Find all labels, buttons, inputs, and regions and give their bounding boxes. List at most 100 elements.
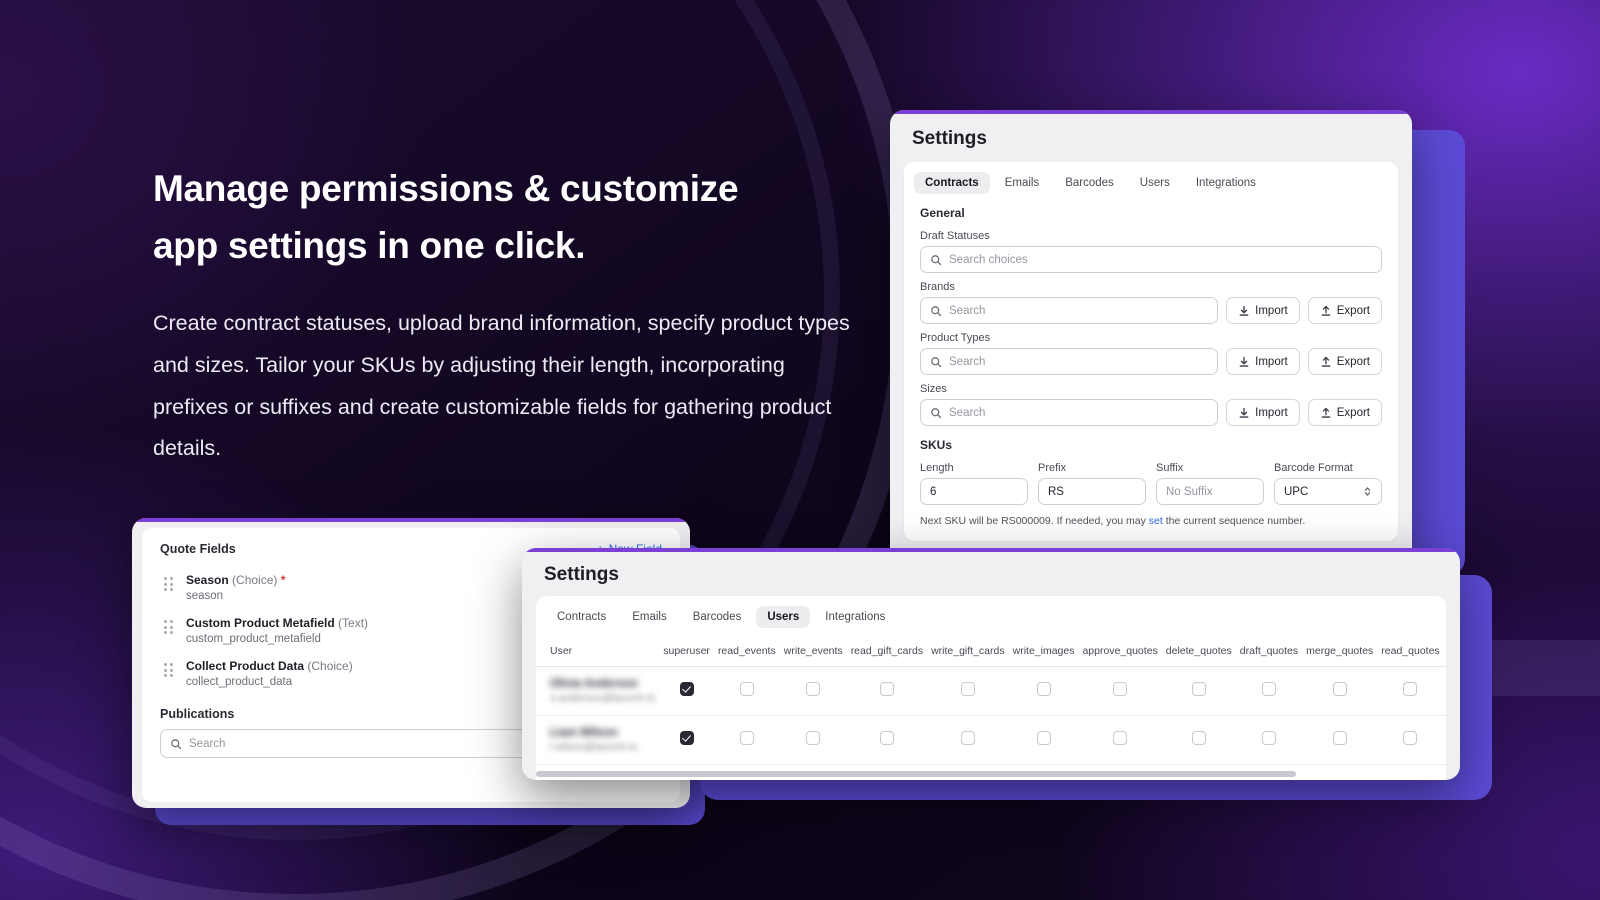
sku-prefix-input[interactable]: RS (1038, 478, 1146, 505)
checkbox-read-quotes[interactable] (1403, 730, 1418, 745)
search-icon (931, 305, 942, 316)
sku-length-input[interactable]: 6 (920, 478, 1028, 505)
general-heading: General (920, 206, 965, 220)
checkbox-write-events[interactable] (806, 681, 821, 696)
brands-export-button[interactable]: Export (1307, 297, 1382, 324)
sku-suffix-input[interactable]: No Suffix (1156, 478, 1264, 505)
product-types-export-button[interactable]: Export (1307, 348, 1382, 375)
checkbox-read-quotes[interactable] (1403, 681, 1418, 696)
perm-cell (779, 666, 847, 716)
sizes-input[interactable]: Search (920, 399, 1219, 426)
hero-body: Create contract statuses, upload brand i… (153, 310, 850, 461)
checkbox-write-images[interactable] (1036, 730, 1051, 745)
draft-statuses-row: Search choices (904, 246, 1398, 273)
quote-field-label: Collect Product Data (186, 659, 305, 673)
col-draft-quotes: draft_quotes (1235, 636, 1303, 667)
brands-import-button[interactable]: Import (1226, 297, 1300, 324)
sku-length-col: Length 6 (920, 454, 1028, 505)
perm-cell (1078, 715, 1162, 765)
perm-cell (846, 666, 928, 716)
product-types-import-button[interactable]: Import (1226, 348, 1300, 375)
checkbox-write-gift-cards[interactable] (960, 730, 975, 745)
tab-barcodes[interactable]: Barcodes (682, 606, 753, 628)
next-sku-hint: Next SKU will be RS000009. If needed, yo… (904, 505, 1398, 541)
quote-field-name: Season (Choice) * (186, 573, 285, 587)
checkbox-read-gift-cards[interactable] (879, 730, 894, 745)
brands-placeholder: Search (949, 304, 986, 317)
download-icon (1239, 356, 1249, 367)
tab-integrations[interactable]: Integrations (814, 606, 896, 628)
brands-input[interactable]: Search (920, 297, 1219, 324)
settings-contracts-card: Contracts Emails Barcodes Users Integrat… (904, 162, 1398, 541)
sizes-row: Search Import Export (904, 399, 1398, 426)
drag-handle-icon[interactable] (164, 616, 174, 634)
perm-cell (713, 715, 780, 765)
perm-cell (1008, 715, 1079, 765)
col-read-settings: read_se (1443, 636, 1446, 667)
col-write-gift-cards: write_gift_cards (927, 636, 1009, 667)
col-write-events: write_events (779, 636, 847, 667)
col-read-gift-cards: read_gift_cards (846, 636, 928, 667)
product-types-label: Product Types (920, 332, 991, 344)
tab-users[interactable]: Users (1129, 172, 1181, 194)
product-types-input[interactable]: Search (920, 348, 1219, 375)
perm-cell (1302, 715, 1378, 765)
chevron-updown-icon (1364, 487, 1371, 496)
user-name: Liam Wilson (550, 727, 618, 739)
quote-field-key: collect_product_data (186, 676, 293, 688)
next-sku-hint-before: Next SKU will be RS000009. If needed, yo… (920, 515, 1149, 527)
settings-users-window: Settings Contracts Emails Barcodes Users… (522, 548, 1460, 780)
sku-prefix-col: Prefix RS (1038, 454, 1146, 505)
publications-placeholder: Search (189, 737, 226, 750)
tab-emails[interactable]: Emails (994, 172, 1051, 194)
tab-barcodes[interactable]: Barcodes (1054, 172, 1125, 194)
perm-cell (1443, 715, 1446, 765)
perm-cell (1235, 666, 1303, 716)
quote-field-name: Collect Product Data (Choice) (186, 659, 353, 673)
drag-handle-icon[interactable] (164, 659, 174, 677)
settings-contracts-tabs: Contracts Emails Barcodes Users Integrat… (904, 162, 1398, 202)
tab-integrations[interactable]: Integrations (1185, 172, 1267, 194)
checkbox-read-events[interactable] (739, 730, 754, 745)
checkbox-draft-quotes[interactable] (1261, 681, 1276, 696)
scrollbar-track[interactable] (536, 771, 1446, 780)
horizontal-scrollbar-thumb[interactable] (536, 771, 1296, 777)
checkbox-superuser[interactable] (679, 681, 694, 696)
checkbox-write-images[interactable] (1036, 681, 1051, 696)
quote-field-label: Custom Product Metafield (186, 616, 335, 630)
checkbox-superuser[interactable] (679, 730, 694, 745)
window-accent-bar (890, 110, 1412, 114)
checkbox-read-events[interactable] (739, 681, 754, 696)
tab-emails[interactable]: Emails (621, 606, 678, 628)
quote-field-key: custom_product_metafield (186, 633, 321, 645)
checkbox-delete-quotes[interactable] (1191, 730, 1206, 745)
checkbox-write-events[interactable] (806, 730, 821, 745)
col-write-images: write_images (1008, 636, 1079, 667)
draft-statuses-input[interactable]: Search choices (920, 246, 1382, 273)
checkbox-write-gift-cards[interactable] (960, 681, 975, 696)
set-sequence-link[interactable]: set (1149, 515, 1163, 527)
checkbox-merge-quotes[interactable] (1332, 681, 1347, 696)
table-row: Olivia Anderson o.anderson@launch.io (536, 666, 1446, 716)
drag-handle-icon[interactable] (164, 573, 174, 591)
checkbox-draft-quotes[interactable] (1261, 730, 1276, 745)
checkbox-delete-quotes[interactable] (1191, 681, 1206, 696)
col-read-quotes: read_quotes (1377, 636, 1444, 667)
sizes-export-button[interactable]: Export (1307, 399, 1382, 426)
settings-users-title: Settings (544, 564, 619, 585)
checkbox-read-gift-cards[interactable] (879, 681, 894, 696)
checkbox-merge-quotes[interactable] (1332, 730, 1347, 745)
sku-barcode-select[interactable]: UPC (1274, 478, 1382, 505)
window-accent-bar (132, 518, 690, 522)
hero-headline: Manage permissions & customize app setti… (153, 160, 913, 275)
col-superuser: superuser (659, 636, 714, 667)
tab-contracts[interactable]: Contracts (914, 172, 990, 194)
product-types-placeholder: Search (949, 355, 986, 368)
checkbox-approve-quotes[interactable] (1113, 681, 1128, 696)
sizes-import-button[interactable]: Import (1226, 399, 1300, 426)
checkbox-approve-quotes[interactable] (1113, 730, 1128, 745)
col-merge-quotes: merge_quotes (1302, 636, 1378, 667)
tab-contracts[interactable]: Contracts (546, 606, 617, 628)
promo-stage: Manage permissions & customize app setti… (0, 0, 1600, 900)
tab-users[interactable]: Users (756, 606, 811, 628)
